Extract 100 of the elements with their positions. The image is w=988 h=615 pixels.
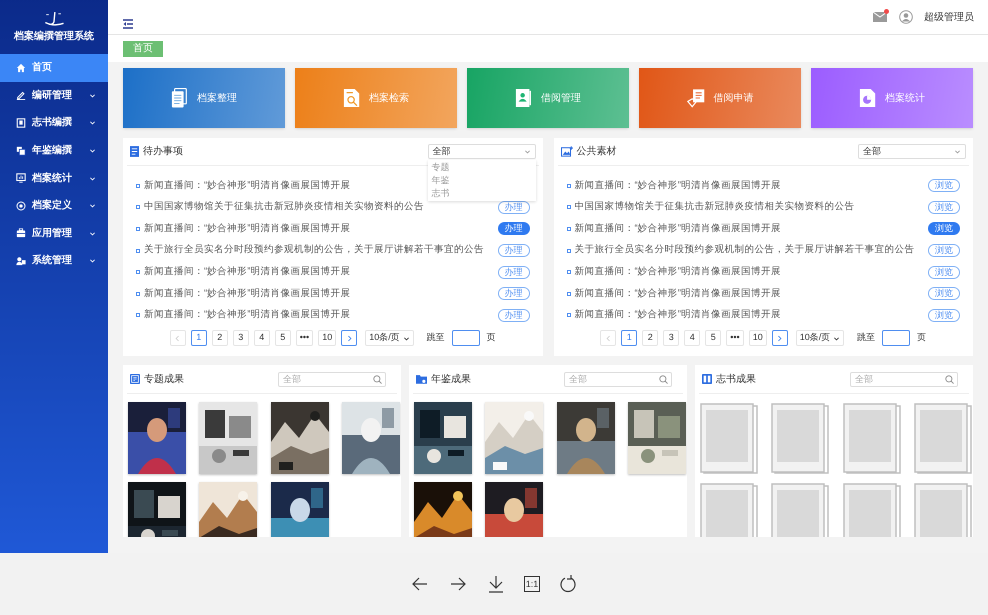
book-placeholder-icon (914, 482, 972, 537)
action-button[interactable]: 浏览 (928, 222, 960, 236)
page-suffix: 页 (917, 331, 926, 344)
page-button[interactable]: 3 (232, 330, 249, 346)
list-item-text[interactable]: 新闻直播间：“妙合神形”明清肖像画展国博开展 (144, 286, 494, 301)
bullet-icon (566, 205, 570, 210)
circle-target-icon (16, 200, 26, 211)
jump-label: 跳至 (857, 331, 876, 344)
bullet-icon (566, 313, 570, 318)
search-icon[interactable] (659, 374, 668, 384)
shortcut-tile[interactable]: 档案整理 (123, 68, 285, 128)
book-placeholder-icon (771, 402, 830, 474)
list-item-text[interactable]: 新闻直播间：“妙合神形”明清肖像画展国博开展 (144, 308, 494, 323)
page-input[interactable] (452, 330, 480, 346)
sidebar-item[interactable]: 档案定义 (0, 192, 108, 220)
download-icon[interactable] (486, 574, 506, 594)
sidebar-item[interactable]: 年鉴编撰 (0, 136, 108, 164)
chevron-right-icon (776, 334, 784, 342)
rotate-icon[interactable] (558, 574, 578, 594)
page-button[interactable]: 3 (663, 330, 680, 346)
panel-title: 公共素材 (576, 144, 618, 159)
page-button[interactable]: 2 (212, 330, 228, 346)
document-hand-icon (686, 88, 706, 108)
list-icon (130, 146, 139, 157)
filter-select[interactable]: 全部 (858, 144, 966, 159)
chevron-left-icon (174, 334, 182, 342)
list-item-text[interactable]: 新闻直播间：“妙合神形”明清肖像画展国博开展 (574, 308, 924, 323)
sidebar-item[interactable]: 首页 (0, 54, 108, 82)
list-item-text[interactable]: 新闻直播间：“妙合神形”明清肖像画展国博开展 (574, 286, 924, 301)
next-page-button[interactable] (341, 330, 358, 346)
chevron-left-icon (604, 334, 612, 342)
chevron-down-icon[interactable] (89, 202, 96, 210)
sidebar-item[interactable]: 档案统计 (0, 164, 108, 192)
page-button[interactable]: 4 (684, 330, 700, 346)
search-icon[interactable] (373, 374, 382, 384)
book-placeholder-icon (700, 482, 758, 537)
book-placeholder-icon (700, 402, 758, 474)
list-item-text[interactable]: 新闻直播间：“妙合神形”明清肖像画展国博开展 (144, 264, 494, 280)
list-item-text[interactable]: 关于旅行全员实名分时段预约参观机制的公告，关于展厅讲解若干事宜的公告 (574, 243, 924, 258)
list-item-text[interactable]: 新闻直播间：“妙合神形”明清肖像画展国博开展 (574, 178, 924, 193)
list-item-text[interactable]: 中国国家博物馆关于征集抗击新冠肺炎疫情相关实物资料的公告 (574, 200, 924, 215)
list-item-text[interactable]: 关于旅行全员实名分时段预约参观机制的公告，关于展厅讲解若干事宜的公告 (144, 243, 494, 258)
stacked-pages-icon (16, 146, 26, 156)
user-avatar-icon[interactable] (899, 10, 913, 24)
list-item-text[interactable]: 中国国家博物馆关于征集抗击新冠肺炎疫情相关实物资料的公告 (144, 200, 494, 215)
bullet-icon (136, 248, 140, 253)
page-size-select[interactable]: 10条/页 (796, 330, 844, 346)
page-button[interactable]: 1 (190, 330, 207, 346)
search-field[interactable]: 全部 (850, 372, 958, 386)
page-button[interactable]: 2 (642, 330, 658, 346)
search-icon[interactable] (945, 374, 954, 384)
page-button[interactable]: 5 (274, 330, 291, 346)
page-button[interactable]: 10 (748, 330, 767, 346)
list-item-text[interactable]: 新闻直播间：“妙合神形”明清肖像画展国博开展 (574, 222, 924, 236)
panel-title: 志书成果 (716, 372, 757, 386)
chevron-down-icon[interactable] (89, 174, 96, 182)
page-button[interactable]: 1 (621, 330, 638, 346)
documents-icon (171, 88, 189, 108)
bullet-icon (566, 270, 570, 274)
sidebar-item[interactable]: 编研管理 (0, 82, 108, 110)
sidebar-item[interactable]: 系统管理 (0, 247, 108, 275)
sidebar-item[interactable]: 志书编撰 (0, 109, 108, 137)
page-input[interactable] (882, 330, 910, 346)
list-item-text[interactable]: 新闻直播间：“妙合神形”明清肖像画展国博开展 (574, 264, 924, 280)
page-suffix: 页 (486, 331, 496, 344)
app-title: 档案编撰管理系统 (14, 29, 94, 44)
bullet-icon (566, 184, 570, 188)
chevron-down-icon[interactable] (89, 119, 96, 126)
chevron-down-icon (402, 334, 410, 342)
pencil-icon (16, 90, 26, 100)
chevron-down-icon[interactable] (89, 147, 96, 154)
page-size-select[interactable]: 10条/页 (365, 330, 414, 346)
search-field[interactable]: 全部 (278, 372, 386, 386)
book-placeholder-icon (842, 482, 900, 537)
book-placeholder-icon (842, 402, 900, 474)
page-button[interactable]: 10 (318, 330, 336, 346)
contact-card-icon (515, 88, 533, 108)
list-item-text[interactable]: 新闻直播间：“妙合神形”明清肖像画展国博开展 (144, 222, 494, 236)
chevron-down-icon[interactable] (89, 257, 96, 264)
chevron-down-icon (954, 148, 961, 155)
next-page-button[interactable] (772, 330, 788, 346)
page-button[interactable]: ••• (296, 330, 314, 346)
chevron-down-icon[interactable] (89, 92, 96, 99)
menu-collapse-icon[interactable] (122, 19, 134, 29)
panel-title: 专题成果 (144, 372, 185, 386)
page-button[interactable]: 4 (254, 330, 270, 346)
document-search-icon (343, 88, 361, 108)
actual-size-button[interactable]: 1:1 (524, 576, 540, 592)
folder-icon (416, 374, 427, 384)
chevron-down-icon (524, 148, 530, 155)
page-button[interactable]: ••• (726, 330, 744, 346)
chevron-down-icon[interactable] (89, 230, 96, 237)
book-placeholder-icon (771, 482, 830, 537)
search-field[interactable]: 全部 (564, 372, 672, 386)
bullet-icon (136, 292, 140, 296)
action-button[interactable]: 办理 (498, 222, 530, 236)
user-name[interactable]: 超级管理员 (924, 10, 974, 24)
sidebar-item[interactable]: 应用管理 (0, 220, 108, 248)
mail-icon[interactable] (873, 12, 887, 22)
page-button[interactable]: 5 (705, 330, 722, 346)
